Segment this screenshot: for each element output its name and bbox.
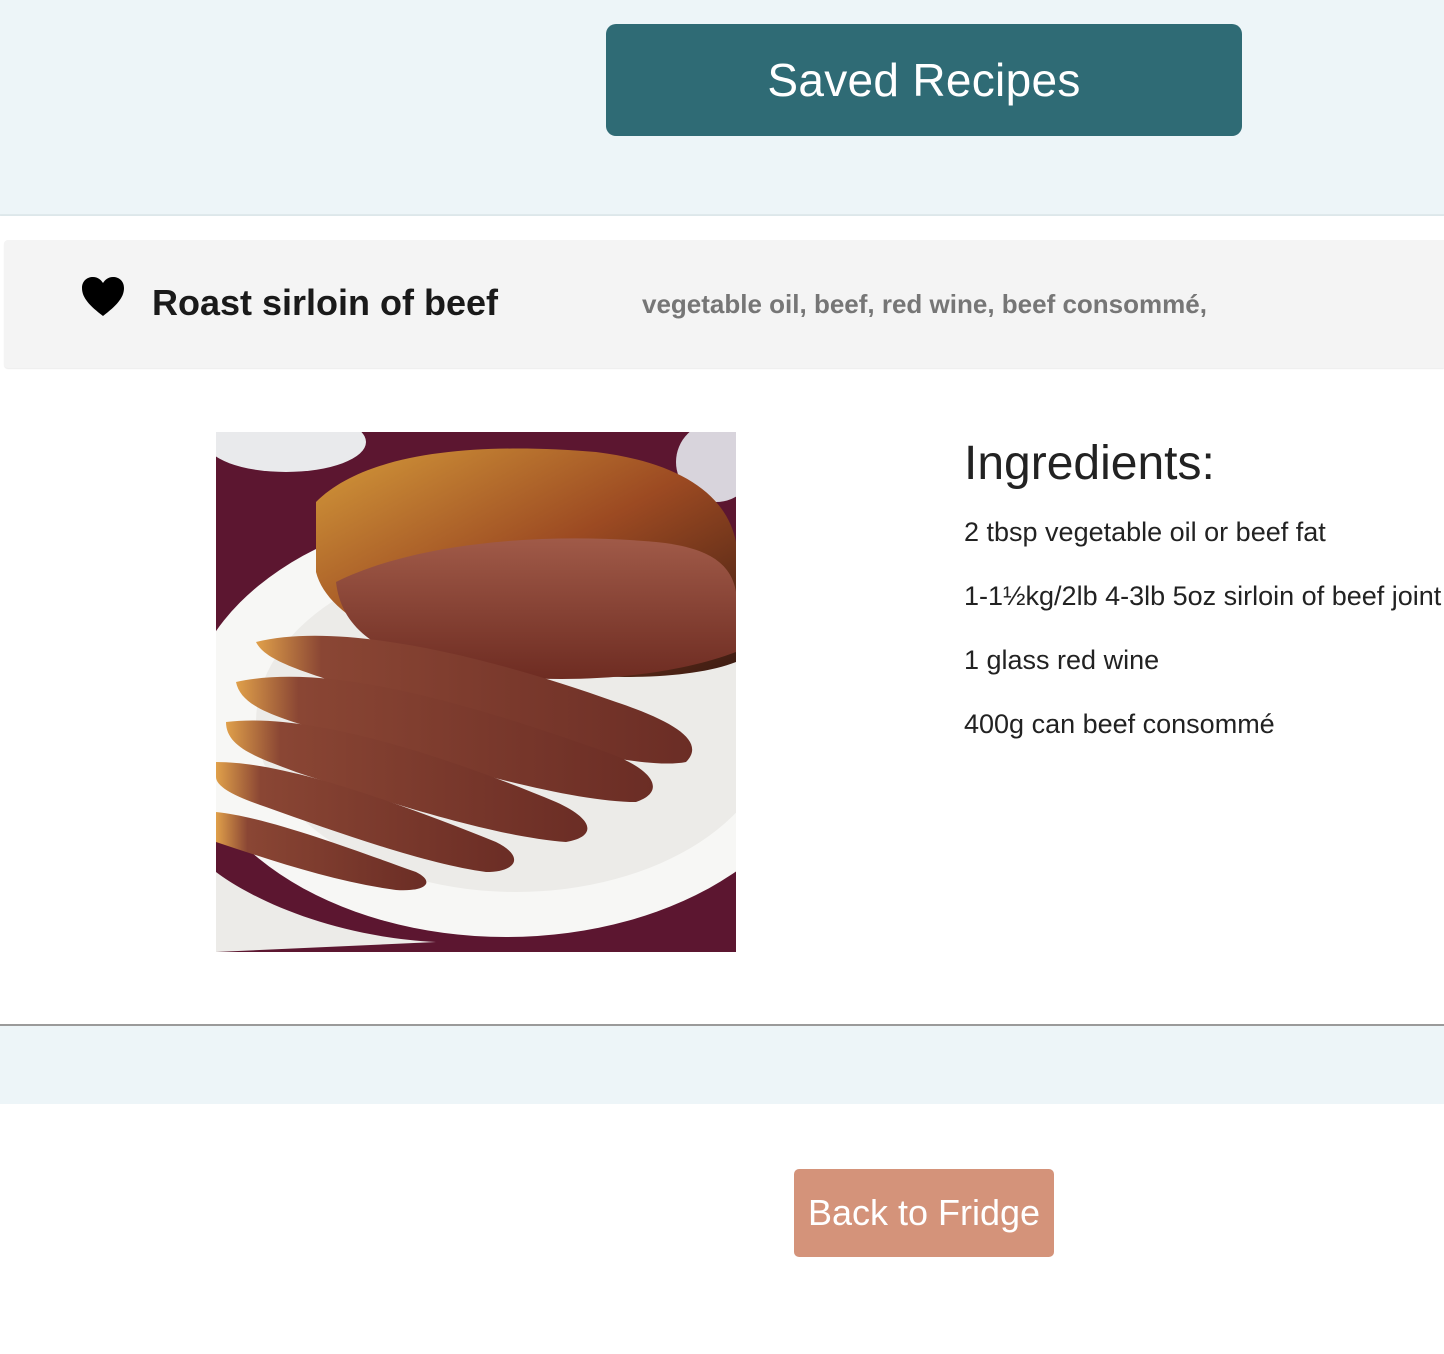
- back-to-fridge-button[interactable]: Back to Fridge: [794, 1169, 1054, 1257]
- recipe-photo: [216, 432, 736, 952]
- recipe-header[interactable]: Roast sirloin of beef vegetable oil, bee…: [4, 240, 1444, 368]
- ingredients-heading: Ingredients:: [964, 437, 1215, 490]
- heart-icon[interactable]: [80, 276, 126, 318]
- recipe-title: Roast sirloin of beef: [152, 282, 499, 323]
- ingredient-item: 1 glass red wine: [964, 645, 1160, 675]
- top-band: Saved Recipes: [0, 0, 1444, 216]
- roast-beef-image: [216, 432, 736, 952]
- ingredient-item: 1-1½kg/2lb 4-3lb 5oz sirloin of beef joi…: [964, 581, 1442, 611]
- bottom-band: [0, 1026, 1444, 1104]
- saved-recipes-button[interactable]: Saved Recipes: [606, 24, 1242, 136]
- recipe-card: Roast sirloin of beef vegetable oil, bee…: [0, 216, 1444, 1026]
- recipe-ingredient-summary: vegetable oil, beef, red wine, beef cons…: [642, 289, 1207, 319]
- ingredient-item: 400g can beef consommé: [964, 709, 1275, 739]
- ingredients-panel: Ingredients: 2 tbsp vegetable oil or bee…: [964, 434, 1444, 772]
- ingredient-item: 2 tbsp vegetable oil or beef fat: [964, 517, 1326, 547]
